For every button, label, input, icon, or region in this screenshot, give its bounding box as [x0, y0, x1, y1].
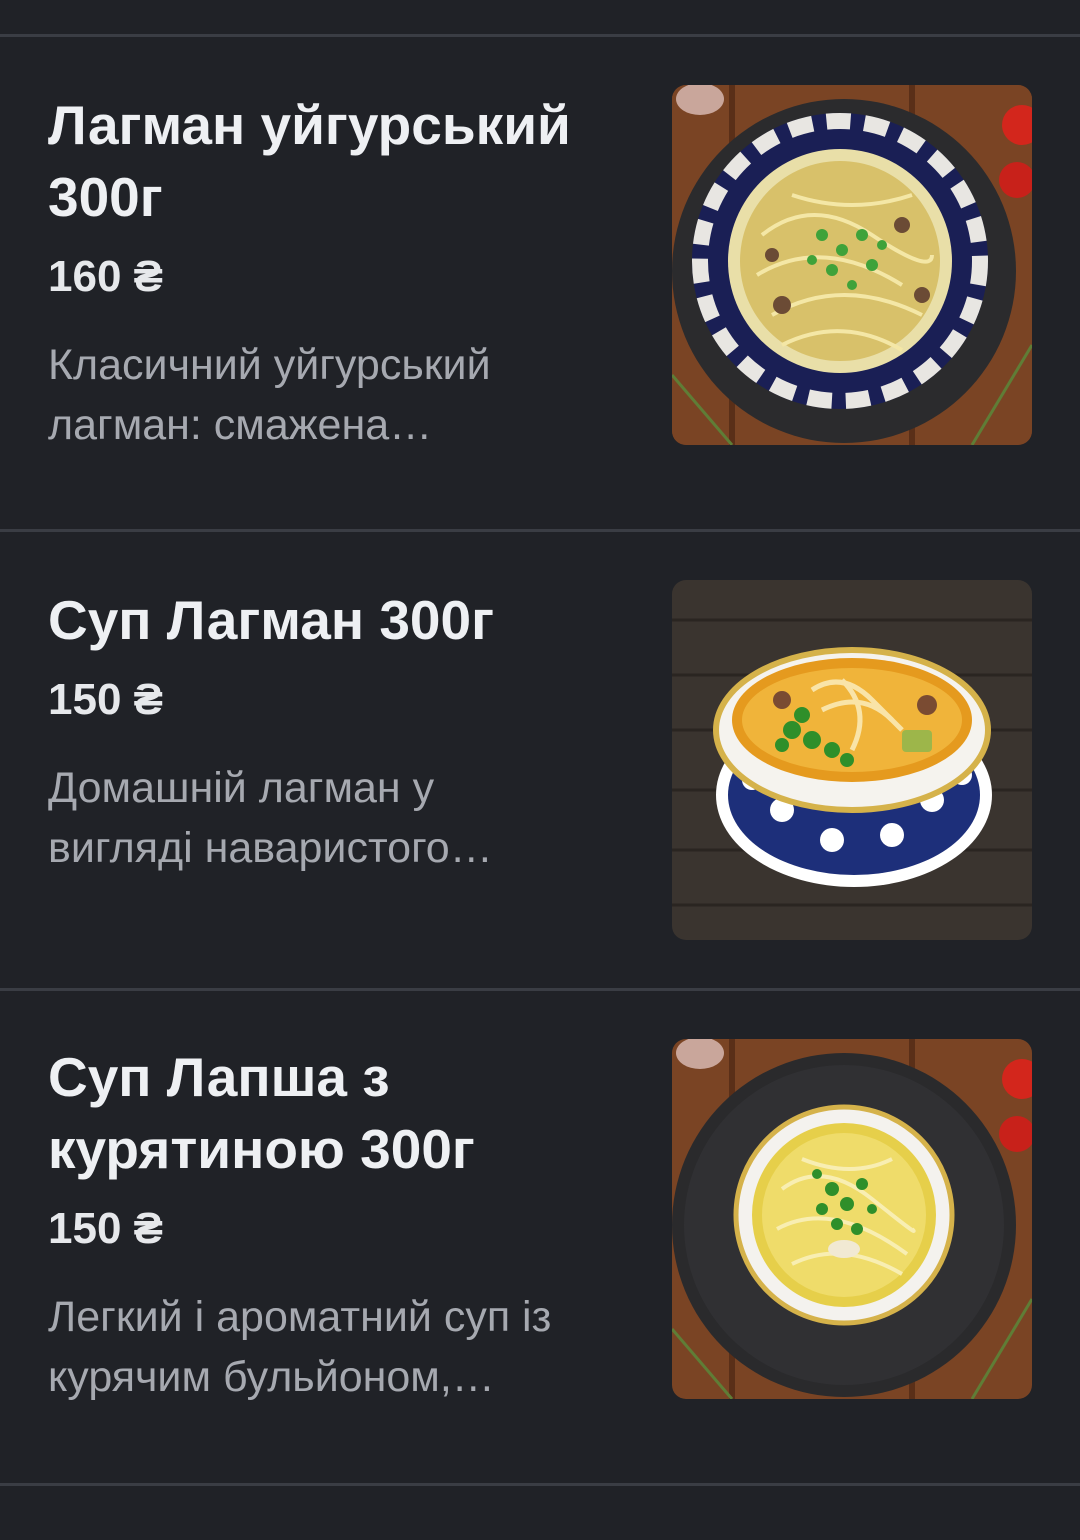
item-description: Класичний уйгурський лагман: смажена… — [48, 341, 491, 449]
item-photo[interactable] — [672, 580, 1032, 940]
item-description: Легкий і ароматний суп із курячим бульйо… — [48, 1293, 552, 1401]
item-description: Домашній лагман у вигляді наваристого… — [48, 764, 493, 872]
menu-item-lagman-uighur[interactable]: Лагман уйгурський 300г 160 ₴ Класичний у… — [0, 37, 1080, 529]
menu-item-soup-lagman[interactable]: Суп Лагман 300г 150 ₴ Домашній лагман у … — [0, 532, 1080, 988]
item-title: Суп Лапша з курятиною 300г — [48, 1046, 475, 1180]
item-photo[interactable] — [672, 1039, 1032, 1399]
item-price: 150 ₴ — [48, 675, 163, 724]
item-photo[interactable] — [672, 85, 1032, 445]
item-title: Суп Лагман 300г — [48, 589, 494, 651]
menu-item-soup-noodle-chicken[interactable]: Суп Лапша з курятиною 300г 150 ₴ Легкий … — [0, 991, 1080, 1483]
item-title: Лагман уйгурський 300г — [48, 94, 571, 228]
item-price: 160 ₴ — [48, 252, 163, 301]
divider — [0, 1483, 1080, 1486]
item-price: 150 ₴ — [48, 1204, 163, 1253]
